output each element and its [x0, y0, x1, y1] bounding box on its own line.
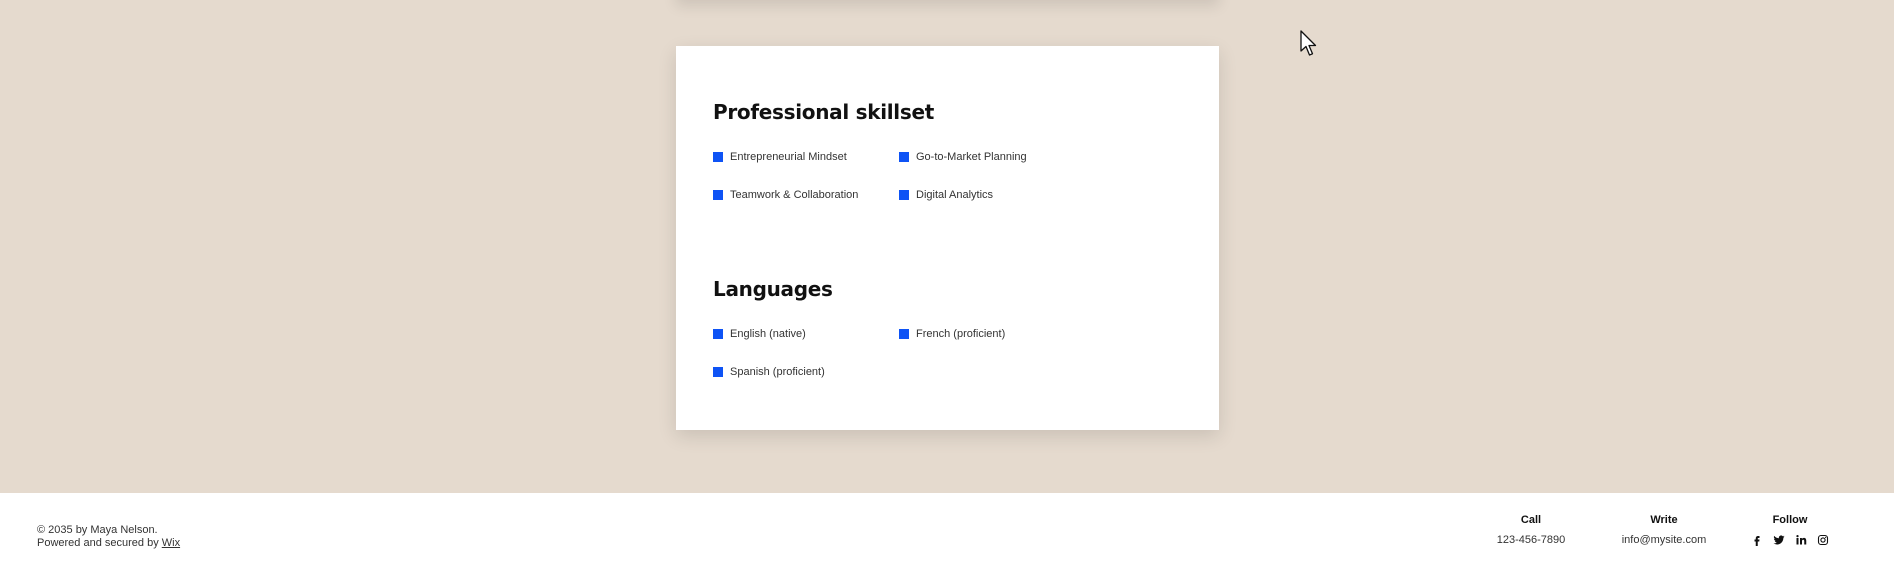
skill-label: Digital Analytics — [916, 189, 994, 201]
call-heading: Call — [1520, 514, 1542, 526]
bullet-square-icon — [899, 152, 909, 162]
language-item: English (native) — [713, 326, 899, 342]
language-label: Spanish (proficient) — [730, 366, 825, 378]
linkedin-icon[interactable] — [1795, 533, 1808, 546]
bullet-square-icon — [713, 190, 723, 200]
skill-item: Go-to-Market Planning — [899, 149, 1119, 165]
skill-label: Entrepreneurial Mindset — [730, 151, 847, 163]
bullet-square-icon — [899, 329, 909, 339]
language-label: French (proficient) — [916, 328, 1006, 340]
language-item: Spanish (proficient) — [713, 364, 899, 380]
skills-card: Professional skillset Entrepreneurial Mi… — [676, 46, 1219, 430]
wix-link[interactable]: Wix — [162, 537, 180, 549]
language-item: French (proficient) — [899, 326, 1119, 342]
bullet-square-icon — [899, 190, 909, 200]
phone-number[interactable]: 123-456-7890 — [1494, 534, 1568, 546]
skill-item: Digital Analytics — [899, 187, 1119, 203]
powered-by-text: Powered and secured by — [37, 537, 159, 549]
powered-by-line: Powered and secured by Wix — [37, 537, 180, 550]
bullet-square-icon — [713, 152, 723, 162]
write-heading: Write — [1650, 514, 1678, 526]
languages-list: English (native) French (proficient) Spa… — [713, 326, 1153, 380]
email-link[interactable]: info@mysite.com — [1618, 534, 1710, 546]
social-links — [1746, 533, 1834, 546]
language-label: English (native) — [730, 328, 806, 340]
skills-list: Entrepreneurial Mindset Go-to-Market Pla… — [713, 149, 1153, 203]
languages-heading: Languages — [713, 277, 833, 301]
instagram-icon[interactable] — [1817, 533, 1830, 546]
site-footer: © 2035 by Maya Nelson. Powered and secur… — [0, 493, 1894, 571]
mouse-cursor-icon — [1300, 30, 1317, 56]
skill-item: Entrepreneurial Mindset — [713, 149, 899, 165]
facebook-icon[interactable] — [1751, 533, 1764, 546]
skills-heading: Professional skillset — [713, 100, 934, 124]
copyright-line: © 2035 by Maya Nelson. — [37, 524, 158, 536]
twitter-icon[interactable] — [1773, 533, 1786, 546]
bullet-square-icon — [713, 329, 723, 339]
copyright-notice: © 2035 by Maya Nelson. Powered and secur… — [37, 524, 180, 550]
skill-item: Teamwork & Collaboration — [713, 187, 899, 203]
call-column: Call 123-456-7890 — [1494, 514, 1568, 546]
write-column: Write info@mysite.com — [1618, 514, 1710, 546]
skill-label: Go-to-Market Planning — [916, 151, 1027, 163]
follow-heading: Follow — [1772, 514, 1808, 526]
follow-column: Follow — [1746, 514, 1834, 546]
skill-label: Teamwork & Collaboration — [730, 189, 859, 201]
bullet-square-icon — [713, 367, 723, 377]
